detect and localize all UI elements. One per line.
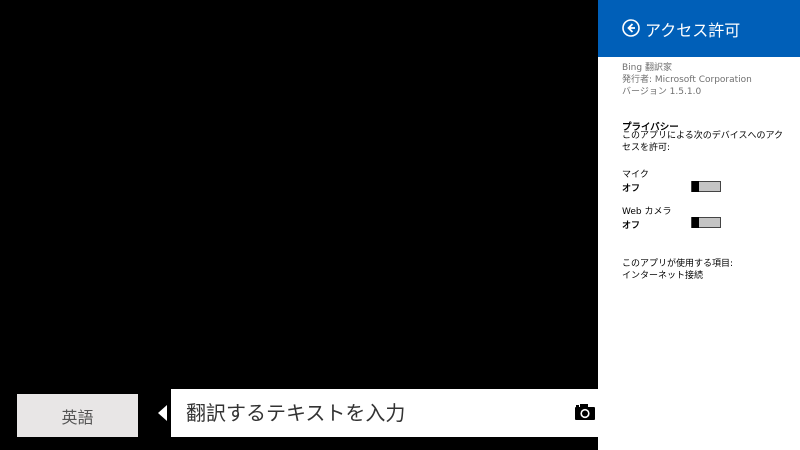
pane-header: アクセス許可: [598, 0, 800, 57]
app-info: Bing 翻訳家 発行者: Microsoft Corporation バージョ…: [622, 62, 752, 98]
version-text: バージョン 1.5.1.0: [622, 87, 702, 97]
microphone-state: オフ: [622, 184, 641, 194]
camera-icon[interactable]: [574, 403, 596, 421]
publisher-text: 発行者: Microsoft Corporation: [622, 75, 752, 85]
text-input-placeholder: 翻訳するテキストを入力: [186, 401, 406, 425]
app-name: Bing 翻訳家: [622, 63, 672, 73]
app-canvas: 英語 翻訳するテキストを入力: [0, 0, 598, 450]
microphone-label: マイク: [622, 170, 649, 180]
toggle-thumb: [692, 181, 699, 192]
back-arrow-icon[interactable]: [622, 19, 640, 37]
usage-item-internet: インターネット接続: [622, 271, 704, 281]
toggle-thumb: [692, 217, 699, 228]
translate-text-input[interactable]: 翻訳するテキストを入力: [171, 389, 598, 437]
usage-heading: このアプリが使用する項目:: [622, 259, 734, 269]
direction-arrow-icon: [158, 405, 167, 421]
webcam-state: オフ: [622, 221, 641, 231]
language-button[interactable]: 英語: [17, 394, 138, 437]
webcam-label: Web カメラ: [622, 207, 672, 217]
permissions-pane: アクセス許可 Bing 翻訳家 発行者: Microsoft Corporati…: [598, 0, 800, 450]
usage-block: このアプリが使用する項目: インターネット接続: [622, 258, 733, 282]
pane-title: アクセス許可: [645, 21, 741, 40]
webcam-toggle[interactable]: [691, 217, 721, 228]
privacy-description: このアプリによる次のデバイスへのアクセスを許可:: [622, 131, 784, 153]
microphone-toggle[interactable]: [691, 181, 721, 192]
